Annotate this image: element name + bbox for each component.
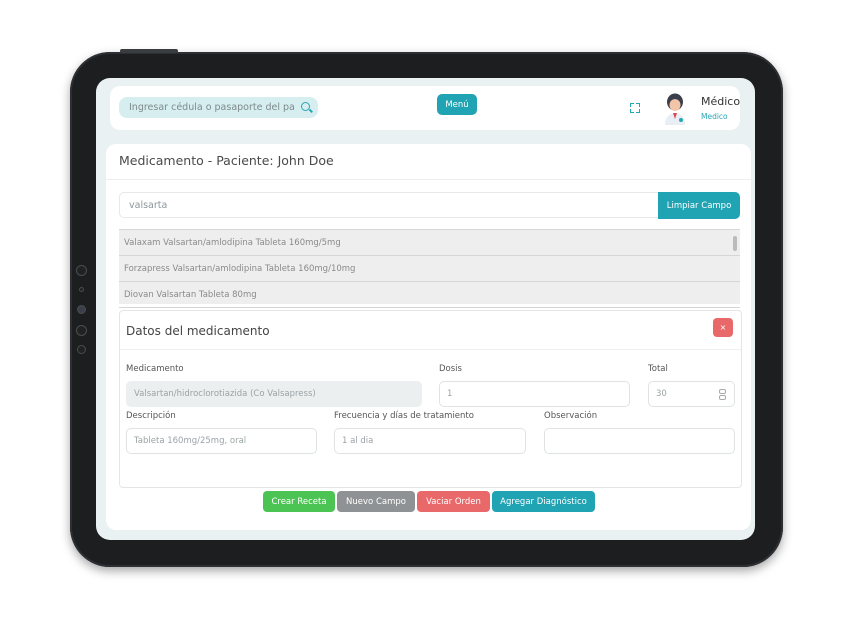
fullscreen-icon[interactable]: [630, 103, 640, 113]
divider: [120, 349, 741, 350]
patient-search-input[interactable]: Ingresar cédula o pasaporte del paciente: [119, 97, 318, 118]
bezel-button: [76, 325, 87, 336]
total-stepper[interactable]: [719, 389, 726, 400]
bezel-button: [77, 345, 86, 354]
bezel-button: [79, 287, 84, 292]
medication-results-list: Valaxam Valsartan/amlodipina Tableta 160…: [119, 229, 740, 308]
user-name[interactable]: Médico: [701, 95, 740, 108]
details-title: Datos del medicamento: [126, 324, 270, 338]
search-icon[interactable]: [301, 102, 310, 111]
medicamento-label: Medicamento: [126, 364, 184, 374]
total-label: Total: [648, 364, 668, 374]
medicamento-value: Valsartan/hidroclorotiazida (Co Valsapre…: [134, 389, 316, 399]
list-item[interactable]: Diovan Valsartan Tableta 80mg: [119, 282, 740, 308]
add-diagnosis-button[interactable]: Agregar Diagnóstico: [492, 491, 595, 512]
top-header: Ingresar cédula o pasaporte del paciente…: [110, 86, 740, 130]
results-scrollbar[interactable]: [733, 236, 737, 251]
total-value: 30: [656, 389, 667, 399]
frecuencia-field[interactable]: 1 al dia: [334, 428, 526, 454]
menu-button[interactable]: Menú: [437, 94, 477, 115]
list-item[interactable]: Forzapress Valsartan/amlodipina Tableta …: [119, 256, 740, 282]
dosis-field[interactable]: 1: [439, 381, 630, 407]
new-field-button[interactable]: Nuevo Campo: [337, 491, 415, 512]
dosis-label: Dosis: [439, 364, 462, 374]
frecuencia-label: Frecuencia y días de tratamiento: [334, 411, 474, 421]
create-prescription-button[interactable]: Crear Receta: [263, 491, 335, 512]
bezel-button: [76, 265, 87, 276]
medication-search-input[interactable]: valsarta: [119, 192, 659, 218]
search-placeholder: Ingresar cédula o pasaporte del paciente: [129, 102, 295, 113]
descripcion-field[interactable]: Tableta 160mg/25mg, oral: [126, 428, 317, 454]
list-item[interactable]: Valaxam Valsartan/amlodipina Tableta 160…: [119, 230, 740, 256]
total-field[interactable]: 30: [648, 381, 735, 407]
dosis-value: 1: [447, 389, 453, 399]
medication-search-value: valsarta: [129, 199, 168, 211]
action-bar: Crear Receta Nuevo Campo Vaciar Orden Ag…: [106, 491, 751, 513]
medication-card: Medicamento - Paciente: John Doe valsart…: [106, 144, 751, 530]
front-camera: [77, 305, 86, 314]
medicamento-field: Valsartan/hidroclorotiazida (Co Valsapre…: [126, 381, 422, 407]
frecuencia-value: 1 al dia: [342, 436, 374, 446]
screen: Ingresar cédula o pasaporte del paciente…: [96, 78, 755, 540]
empty-order-button[interactable]: Vaciar Orden: [417, 491, 490, 512]
close-button[interactable]: ×: [713, 318, 733, 337]
medication-details-panel: Datos del medicamento × Medicamento Vals…: [119, 310, 742, 488]
user-role: Medico: [701, 112, 728, 121]
page-title: Medicamento - Paciente: John Doe: [119, 153, 334, 168]
observacion-field[interactable]: [544, 428, 735, 454]
doctor-avatar[interactable]: [662, 93, 688, 125]
tablet-power-button: [120, 49, 178, 53]
divider: [106, 179, 751, 180]
clear-field-button[interactable]: Limpiar Campo: [658, 192, 740, 219]
observacion-label: Observación: [544, 411, 598, 421]
descripcion-label: Descripción: [126, 411, 176, 421]
descripcion-value: Tableta 160mg/25mg, oral: [134, 436, 247, 446]
